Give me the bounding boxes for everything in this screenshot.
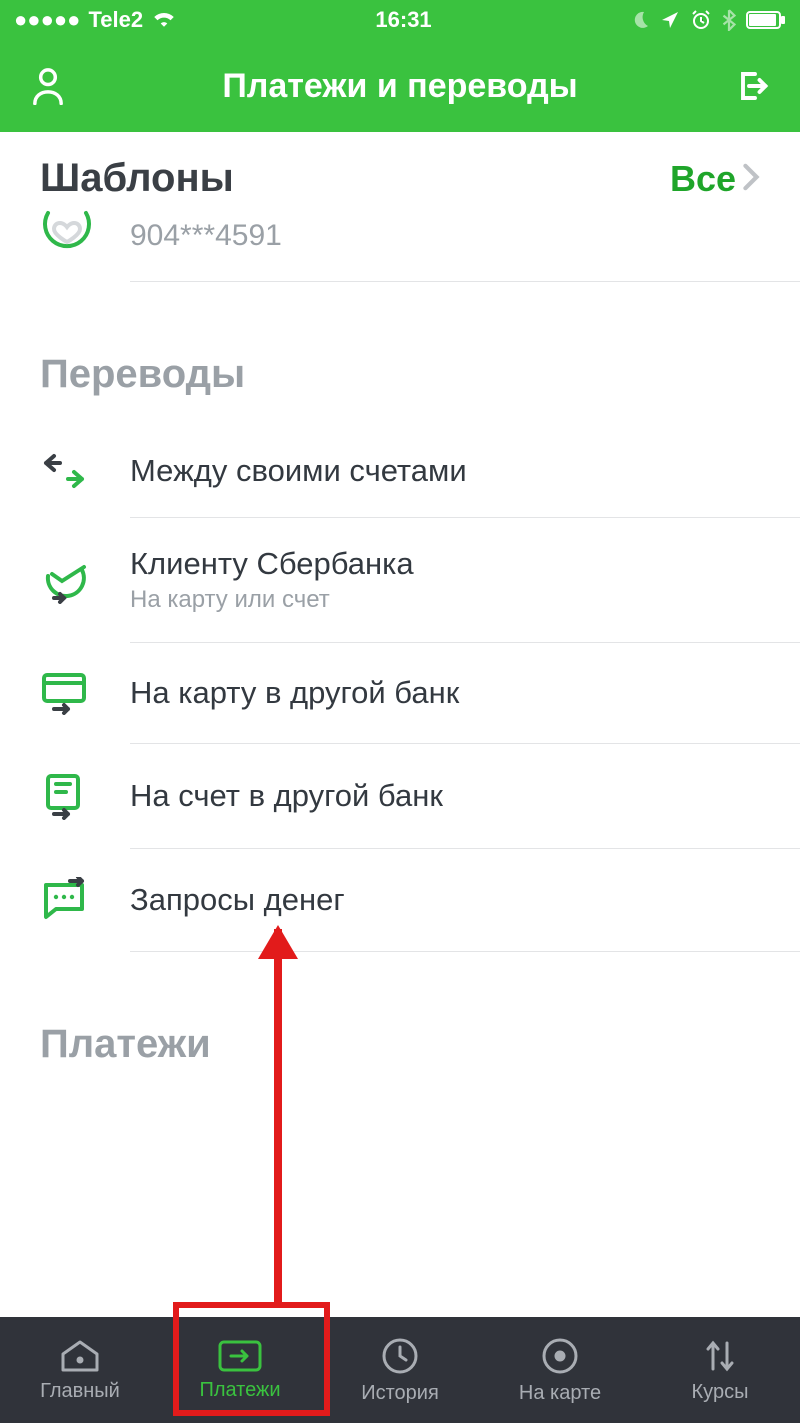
tab-label: Курсы: [692, 1381, 749, 1404]
swap-icon: [40, 453, 110, 489]
profile-button[interactable]: [28, 67, 68, 105]
carrier-label: Tele2: [88, 7, 143, 33]
item-title: На карту в другой банк: [130, 675, 459, 711]
item-title: Между своими счетами: [130, 453, 467, 489]
tab-rates[interactable]: Курсы: [640, 1317, 800, 1423]
payments-icon: [217, 1339, 263, 1373]
transfer-other-card[interactable]: На карту в другой банк: [0, 643, 800, 743]
chat-request-icon: [40, 877, 110, 923]
tab-history[interactable]: История: [320, 1317, 480, 1423]
payments-header: Платежи: [0, 952, 800, 1067]
item-title: Запросы денег: [130, 882, 345, 918]
all-label: Все: [670, 158, 736, 200]
template-phone: 904***4591: [110, 219, 282, 253]
sber-heart-icon: [40, 209, 110, 263]
tab-payments[interactable]: Платежи: [160, 1317, 320, 1423]
logout-button[interactable]: [732, 68, 772, 104]
item-subtitle: На карту или счет: [130, 586, 414, 614]
alarm-icon: [690, 9, 712, 31]
history-icon: [380, 1336, 420, 1376]
page-title: Платежи и переводы: [68, 67, 732, 106]
location-icon: [660, 10, 680, 30]
item-title: Клиенту Сбербанка: [130, 546, 414, 582]
status-time: 16:31: [177, 7, 630, 33]
tab-bar: Главный Платежи История На карте Курсы: [0, 1317, 800, 1423]
templates-all-link[interactable]: Все: [670, 158, 760, 200]
status-right: [630, 9, 786, 31]
template-item[interactable]: 904***4591: [0, 201, 800, 281]
transfer-money-request[interactable]: Запросы денег: [0, 849, 800, 951]
transfers-list: Между своими счетами Клиенту Сбербанка Н…: [0, 397, 800, 952]
status-left: ●●●●● Tele2: [14, 7, 177, 33]
transfer-other-account[interactable]: На счет в другой банк: [0, 744, 800, 848]
wifi-icon: [151, 7, 177, 33]
moon-icon: [630, 10, 650, 30]
transfer-sber-client[interactable]: Клиенту Сбербанка На карту или счет: [0, 518, 800, 642]
transfers-title: Переводы: [40, 352, 245, 397]
account-out-icon: [40, 772, 110, 820]
payments-title: Платежи: [40, 1022, 211, 1067]
home-icon: [59, 1338, 101, 1374]
tab-label: Платежи: [199, 1379, 280, 1402]
map-pin-icon: [540, 1336, 580, 1376]
templates-title: Шаблоны: [40, 156, 234, 201]
transfers-header: Переводы: [0, 282, 800, 397]
tab-label: На карте: [519, 1382, 601, 1405]
card-out-icon: [40, 671, 110, 715]
status-bar: ●●●●● Tele2 16:31: [0, 0, 800, 40]
item-title: На счет в другой банк: [130, 778, 443, 814]
templates-header: Шаблоны Все: [0, 132, 800, 201]
tab-label: Главный: [40, 1380, 120, 1403]
tab-home[interactable]: Главный: [0, 1317, 160, 1423]
transfer-own-accounts[interactable]: Между своими счетами: [0, 425, 800, 517]
battery-icon: [746, 11, 786, 29]
content-scroll[interactable]: Шаблоны Все 904***4591 Переводы: [0, 132, 800, 1317]
app-header: Платежи и переводы: [0, 40, 800, 132]
tab-map[interactable]: На карте: [480, 1317, 640, 1423]
tab-label: История: [361, 1382, 439, 1405]
chevron-right-icon: [742, 158, 760, 200]
bluetooth-icon: [722, 9, 736, 31]
signal-dots-icon: ●●●●●: [14, 7, 80, 33]
sber-logo-icon: [40, 556, 110, 604]
rates-icon: [702, 1337, 738, 1375]
